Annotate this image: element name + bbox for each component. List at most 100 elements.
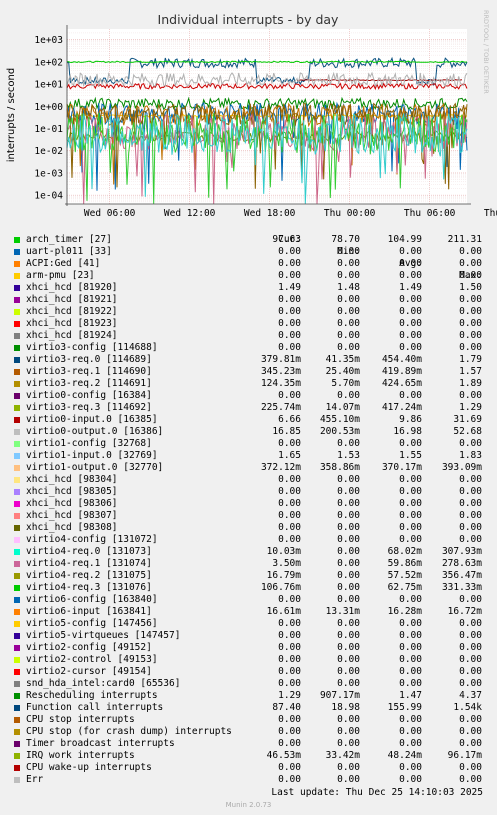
legend-swatch [14, 441, 20, 447]
legend-label: xhci_hcd [98308] [26, 522, 118, 533]
legend-label: xhci_hcd [81922] [26, 306, 118, 317]
legend-swatch [14, 513, 20, 519]
legend-label: xhci_hcd [81923] [26, 318, 118, 329]
legend-cur: 0.00 [278, 498, 301, 509]
legend-max: 356.47m [441, 570, 482, 581]
legend-cur: 0.00 [278, 522, 301, 533]
legend: Cur: Min: Avg: Max: arch_timer [27] 97.63… [0, 222, 497, 786]
legend-cur: 0.00 [278, 246, 301, 257]
legend-min: 0.00 [337, 678, 360, 689]
legend-swatch [14, 621, 20, 627]
legend-rows: arch_timer [27] 97.63 78.70 104.99 211.31 uar… [0, 234, 497, 786]
legend-avg: 9.86 [399, 414, 422, 425]
legend-avg: 0.00 [399, 294, 422, 305]
legend-label: xhci_hcd [81921] [26, 294, 118, 305]
legend-cur: 0.00 [278, 654, 301, 665]
legend-cur: 0.00 [278, 762, 301, 773]
legend-max: 0.00 [459, 246, 482, 257]
legend-avg: 16.28m [387, 606, 422, 617]
legend-label: xhci_hcd [98307] [26, 510, 118, 521]
legend-avg: 0.00 [399, 258, 422, 269]
legend-label: virtio6-input [163841] [26, 606, 152, 617]
legend-label: Timer broadcast interrupts [26, 738, 175, 749]
legend-avg: 0.00 [399, 498, 422, 509]
legend-label: virtio1-input.0 [32769] [26, 450, 158, 461]
legend-max: 31.69 [453, 414, 482, 425]
legend-avg: 0.00 [399, 306, 422, 317]
legend-avg: 419.89m [381, 366, 422, 377]
legend-avg: 57.52m [387, 570, 422, 581]
legend-row: xhci_hcd [81922] 0.00 0.00 0.00 0.00 [0, 306, 497, 318]
legend-max: 0.00 [459, 678, 482, 689]
legend-swatch [14, 321, 20, 327]
legend-swatch [14, 717, 20, 723]
legend-row: xhci_hcd [98304] 0.00 0.00 0.00 0.00 [0, 474, 497, 486]
legend-max: 0.00 [459, 666, 482, 677]
legend-row: xhci_hcd [81920] 1.49 1.48 1.49 1.50 [0, 282, 497, 294]
legend-min: 14.07m [325, 402, 360, 413]
legend-label: virtio2-control [49153] [26, 654, 158, 665]
legend-cur: 0.00 [278, 726, 301, 737]
legend-min: 0.00 [337, 738, 360, 749]
legend-avg: 0.00 [399, 726, 422, 737]
legend-cur: 0.00 [278, 270, 301, 281]
legend-max: 0.00 [459, 498, 482, 509]
legend-row: xhci_hcd [81921] 0.00 0.00 0.00 0.00 [0, 294, 497, 306]
legend-avg: 417.24m [381, 402, 422, 413]
legend-label: arch_timer [27] [26, 234, 112, 245]
y-tick-label: 1e-01 [34, 124, 63, 135]
legend-cur: 97.63 [272, 234, 301, 245]
legend-swatch [14, 393, 20, 399]
legend-avg: 1.49 [399, 282, 422, 293]
legend-cur: 0.00 [278, 330, 301, 341]
legend-swatch [14, 537, 20, 543]
legend-cur: 0.00 [278, 318, 301, 329]
legend-cur: 0.00 [278, 390, 301, 401]
legend-label: Function call interrupts [26, 702, 164, 713]
legend-row: virtio3-req.0 [114689] 379.81m 41.35m 454.4… [0, 354, 497, 366]
legend-avg: 0.00 [399, 438, 422, 449]
legend-label: virtio6-config [163840] [26, 594, 158, 605]
y-tick-label: 1e-03 [34, 168, 63, 179]
legend-min: 0.00 [337, 486, 360, 497]
legend-avg: 0.00 [399, 630, 422, 641]
legend-min: 0.00 [337, 714, 360, 725]
legend-min: 0.00 [337, 570, 360, 581]
y-tick-label: 1e+03 [34, 35, 63, 46]
legend-max: 0.00 [459, 618, 482, 629]
legend-label: snd_hda_intel:card0 [65536] [26, 678, 181, 689]
legend-label: virtio4-config [131072] [26, 534, 158, 545]
legend-min: 33.42m [325, 750, 360, 761]
legend-row: xhci_hcd [98305] 0.00 0.00 0.00 0.00 [0, 486, 497, 498]
legend-cur: 10.03m [266, 546, 301, 557]
legend-swatch [14, 693, 20, 699]
legend-cur: 3.50m [272, 558, 301, 569]
legend-swatch [14, 285, 20, 291]
legend-row: Rescheduling interrupts 1.29 907.17m 1.47 4.… [0, 690, 497, 702]
legend-min: 0.00 [337, 546, 360, 557]
legend-row: virtio5-virtqueues [147457] 0.00 0.00 0.00 0… [0, 630, 497, 642]
legend-cur: 6.66 [278, 414, 301, 425]
legend-swatch [14, 477, 20, 483]
legend-avg: 62.75m [387, 582, 422, 593]
legend-swatch [14, 657, 20, 663]
legend-cur: 0.00 [278, 486, 301, 497]
legend-min: 0.00 [337, 630, 360, 641]
legend-max: 1.79 [459, 354, 482, 365]
legend-label: xhci_hcd [98305] [26, 486, 118, 497]
y-tick-label: 1e+02 [34, 57, 63, 68]
legend-cur: 0.00 [278, 714, 301, 725]
legend-cur: 0.00 [278, 678, 301, 689]
legend-cur: 225.74m [260, 402, 301, 413]
legend-avg: 59.86m [387, 558, 422, 569]
legend-cur: 16.79m [266, 570, 301, 581]
legend-max: 393.09m [441, 462, 482, 473]
legend-min: 18.98 [331, 702, 360, 713]
legend-max: 0.00 [459, 390, 482, 401]
legend-swatch [14, 765, 20, 771]
y-tick-label: 1e-04 [34, 191, 63, 202]
legend-min: 1.53 [337, 450, 360, 461]
legend-avg: 0.00 [399, 774, 422, 785]
legend-avg: 0.00 [399, 678, 422, 689]
legend-avg: 0.00 [399, 246, 422, 257]
